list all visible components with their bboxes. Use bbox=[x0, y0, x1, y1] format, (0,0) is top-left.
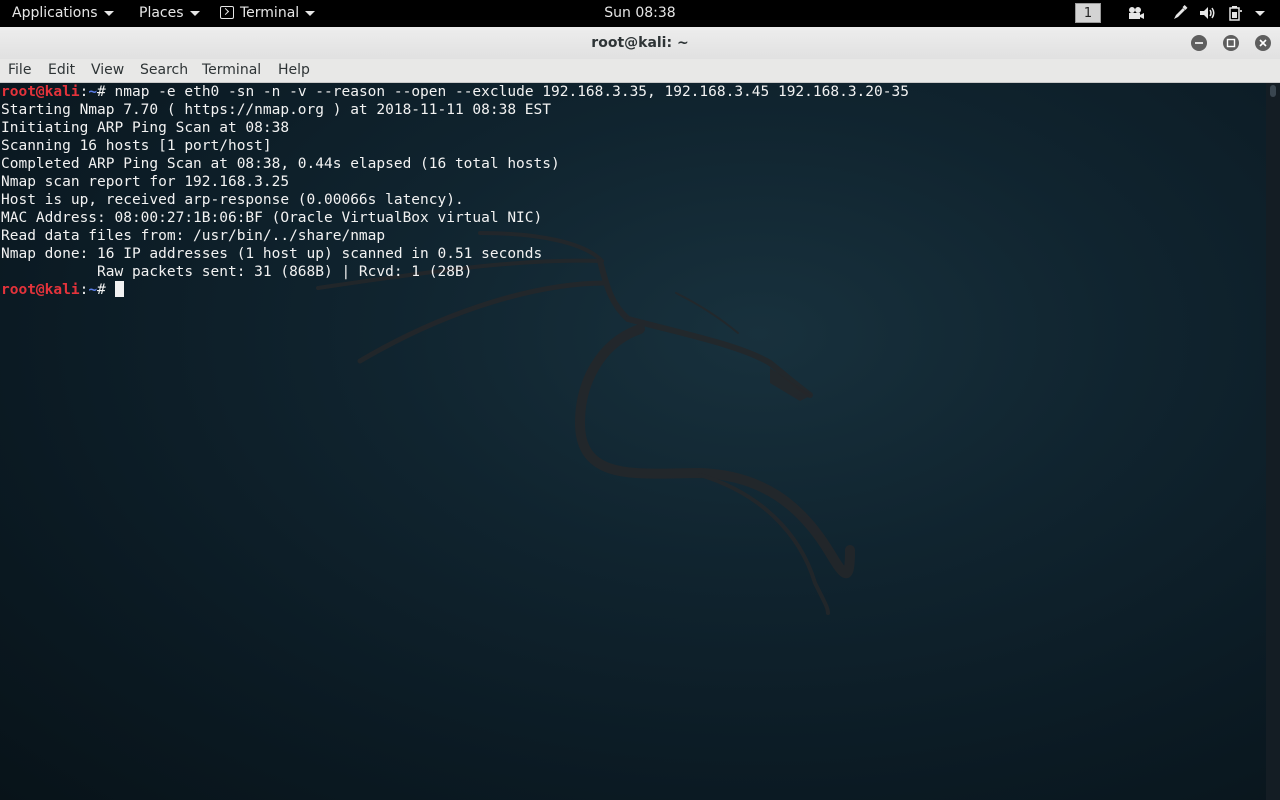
close-icon bbox=[1259, 39, 1267, 47]
terminal-output: root@kali:~# nmap -e eth0 -sn -n -v --re… bbox=[1, 83, 909, 299]
pen-tool-icon[interactable] bbox=[1170, 0, 1190, 27]
scrollbar[interactable] bbox=[1266, 83, 1280, 800]
prompt-symbol: # bbox=[97, 282, 115, 298]
output-line: Raw packets sent: 31 (868B) | Rcvd: 1 (2… bbox=[1, 264, 473, 280]
prompt-user: root@kali bbox=[1, 282, 80, 298]
minimize-button[interactable] bbox=[1191, 35, 1207, 51]
window-titlebar[interactable]: root@kali: ~ bbox=[0, 27, 1280, 59]
menu-help[interactable]: Help bbox=[278, 59, 310, 82]
system-menu-chevron-icon[interactable] bbox=[1250, 0, 1270, 27]
clock-label[interactable]: Sun 08:38 bbox=[604, 5, 675, 21]
menu-bar: File Edit View Search Terminal Help bbox=[0, 59, 1280, 83]
output-line: Nmap scan report for 192.168.3.25 bbox=[1, 174, 290, 190]
output-line: Scanning 16 hosts [1 port/host] bbox=[1, 138, 272, 154]
output-line: Completed ARP Ping Scan at 08:38, 0.44s … bbox=[1, 156, 560, 172]
chevron-down-icon bbox=[305, 10, 316, 16]
window-title: root@kali: ~ bbox=[591, 35, 689, 51]
video-camera-icon[interactable] bbox=[1126, 0, 1146, 27]
volume-icon[interactable] bbox=[1198, 0, 1218, 27]
prompt-path: ~ bbox=[88, 282, 98, 298]
applications-label: Applications bbox=[12, 5, 98, 21]
terminal-app-label: Terminal bbox=[240, 5, 300, 21]
output-line: Nmap done: 16 IP addresses (1 host up) s… bbox=[1, 246, 543, 262]
chevron-down-icon bbox=[189, 10, 200, 16]
command-text: nmap -e eth0 -sn -n -v --reason --open -… bbox=[114, 84, 909, 100]
output-line: Starting Nmap 7.70 ( https://nmap.org ) … bbox=[1, 102, 551, 118]
active-prompt-line[interactable]: root@kali:~# bbox=[1, 281, 909, 299]
output-line: Host is up, received arp-response (0.000… bbox=[1, 192, 464, 208]
prompt-user: root@kali bbox=[1, 84, 80, 100]
prompt-path: ~ bbox=[88, 84, 98, 100]
prompt-colon: : bbox=[79, 84, 89, 100]
applications-menu[interactable]: Applications bbox=[12, 0, 114, 27]
places-label: Places bbox=[139, 5, 184, 21]
top-panel: Applications Places Terminal Sun 08:38 1 bbox=[0, 0, 1280, 27]
command-line: root@kali:~# nmap -e eth0 -sn -n -v --re… bbox=[1, 83, 909, 101]
output-line: MAC Address: 08:00:27:1B:06:BF (Oracle V… bbox=[1, 210, 543, 226]
prompt-colon: : bbox=[79, 282, 89, 298]
terminal-area[interactable]: root@kali:~# nmap -e eth0 -sn -n -v --re… bbox=[0, 83, 1266, 800]
output-line: Initiating ARP Ping Scan at 08:38 bbox=[1, 120, 290, 136]
workspace-indicator[interactable]: 1 bbox=[1075, 3, 1101, 23]
prompt-symbol: # bbox=[97, 84, 115, 100]
menu-file[interactable]: File bbox=[8, 59, 31, 82]
menu-view[interactable]: View bbox=[91, 59, 124, 82]
output-line: Read data files from: /usr/bin/../share/… bbox=[1, 228, 386, 244]
menu-edit[interactable]: Edit bbox=[48, 59, 75, 82]
chevron-down-icon bbox=[103, 10, 114, 16]
scrollbar-thumb[interactable] bbox=[1270, 85, 1276, 97]
close-button[interactable] bbox=[1255, 35, 1271, 51]
text-cursor bbox=[114, 281, 124, 297]
terminal-app-menu[interactable]: Terminal bbox=[220, 0, 316, 27]
maximize-icon bbox=[1226, 38, 1236, 48]
menu-terminal[interactable]: Terminal bbox=[202, 59, 261, 82]
terminal-icon bbox=[220, 5, 234, 19]
menu-search[interactable]: Search bbox=[140, 59, 188, 82]
battery-icon[interactable] bbox=[1227, 0, 1245, 27]
minimize-icon bbox=[1195, 42, 1203, 44]
places-menu[interactable]: Places bbox=[139, 0, 200, 27]
maximize-button[interactable] bbox=[1223, 35, 1239, 51]
